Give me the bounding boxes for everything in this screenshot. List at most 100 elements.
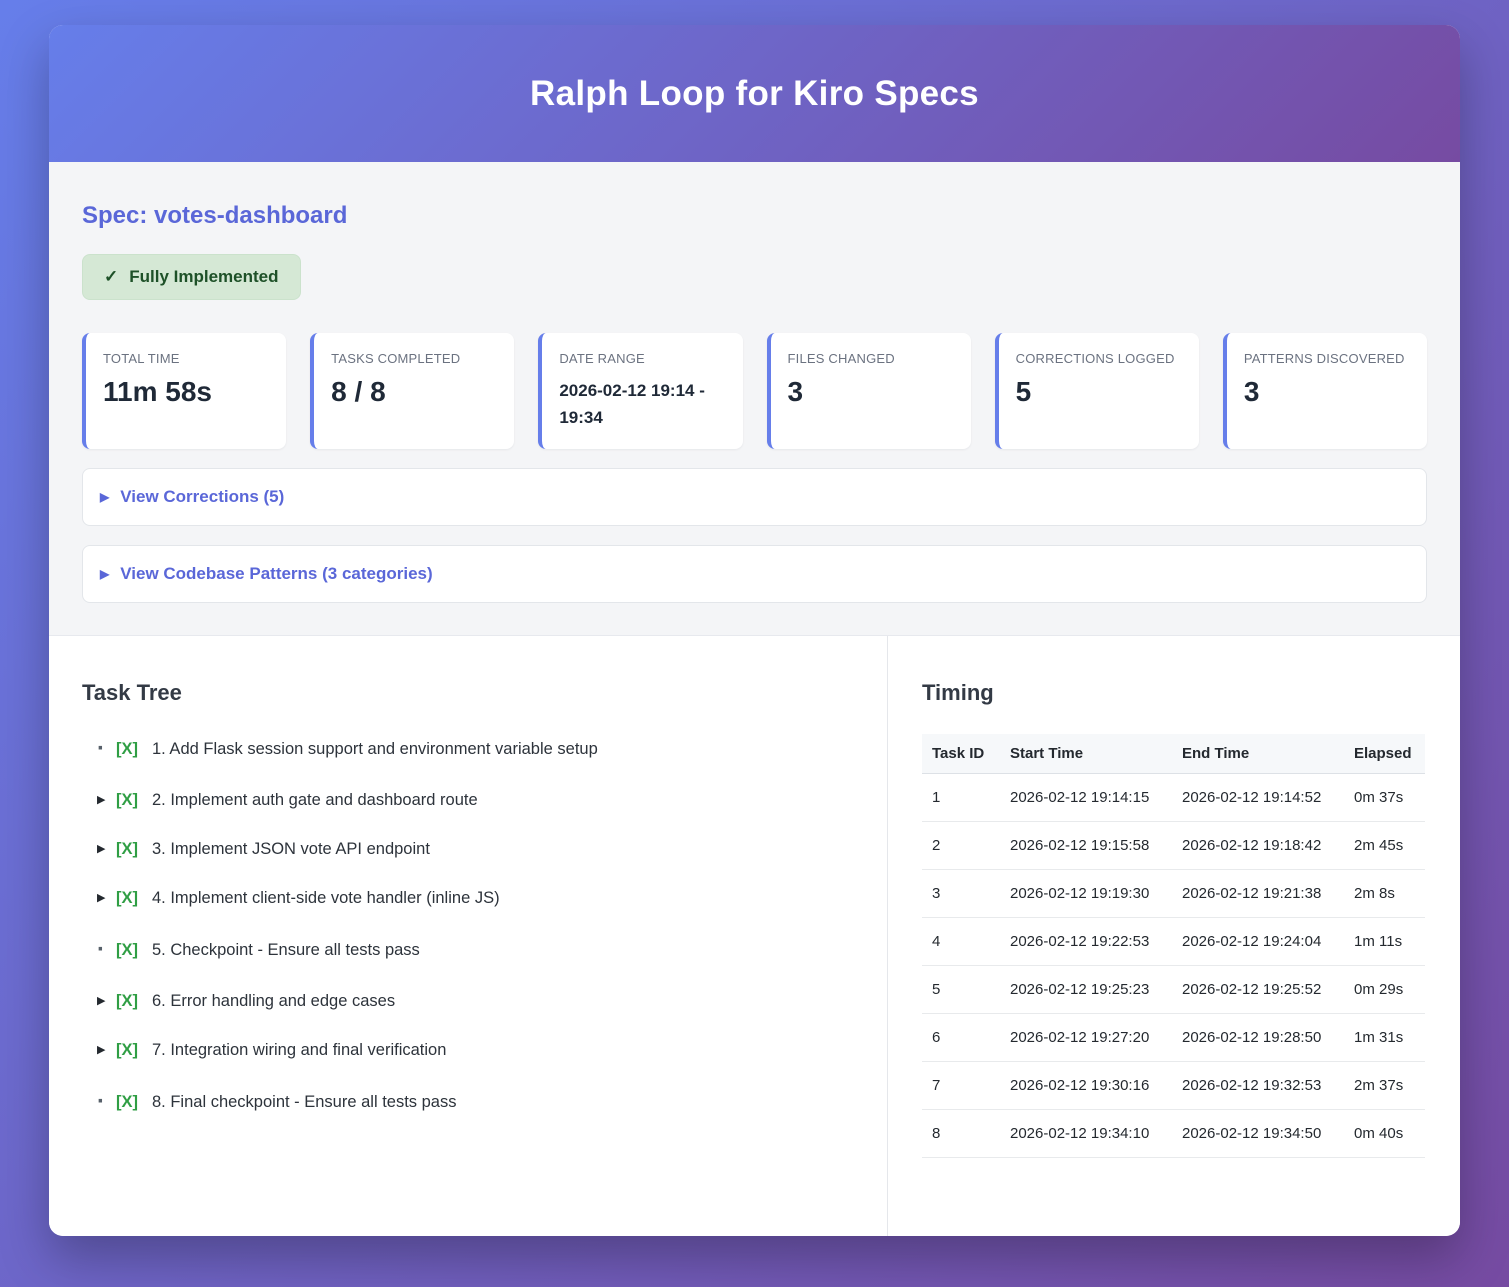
timing-heading: Timing <box>922 680 994 706</box>
cell-task-id: 2 <box>922 821 1000 871</box>
task-label: 7. Integration wiring and final verifica… <box>152 1041 447 1060</box>
view-corrections-label: View Corrections (5) <box>120 487 285 507</box>
table-row: 3 2026-02-12 19:19:30 2026-02-12 19:21:3… <box>922 869 1425 919</box>
table-row: 5 2026-02-12 19:25:23 2026-02-12 19:25:5… <box>922 965 1425 1015</box>
tree-expand-icon[interactable]: ▶ <box>97 893 116 904</box>
stat-value: 3 <box>1243 376 1260 407</box>
col-header-start-time: Start Time <box>1000 734 1172 775</box>
tree-expand-icon[interactable]: ▶ <box>97 844 116 855</box>
check-icon: ✓ <box>104 267 119 286</box>
tree-expand-icon[interactable]: ▶ <box>97 795 116 806</box>
detail-section: Task Tree · [X] 1. Add Flask session sup… <box>49 636 1460 1237</box>
stat-card-date-range: DATE RANGE 2026-02-12 19:14 - 19:34 <box>538 333 743 450</box>
cell-elapsed: 0m 37s <box>1344 773 1425 823</box>
stat-value: 3 <box>787 376 804 407</box>
task-checkbox: [X] <box>116 1092 138 1111</box>
triangle-right-icon: ▶ <box>100 567 110 582</box>
stat-label: FILES CHANGED <box>787 351 895 366</box>
tree-expand-icon[interactable]: ▶ <box>97 996 116 1007</box>
timing-panel: Timing Task ID Start Time End Time Elaps… <box>888 636 1460 1236</box>
task-list: · [X] 1. Add Flask session support and e… <box>82 737 854 1114</box>
stat-card-patterns-discovered: PATTERNS DISCOVERED 3 <box>1222 333 1427 450</box>
cell-elapsed: 2m 8s <box>1344 869 1425 919</box>
col-header-elapsed: Elapsed <box>1344 734 1425 775</box>
task-checkbox: [X] <box>116 992 138 1011</box>
task-label: 6. Error handling and edge cases <box>152 992 396 1011</box>
table-row: 4 2026-02-12 19:22:53 2026-02-12 19:24:0… <box>922 917 1425 967</box>
cell-task-id: 8 <box>922 1109 1000 1159</box>
stat-value: 2026-02-12 19:14 - 19:34 <box>559 381 705 428</box>
cell-elapsed: 0m 40s <box>1344 1109 1425 1159</box>
task-label: 3. Implement JSON vote API endpoint <box>152 840 430 859</box>
view-corrections-collapsible: ▶ View Corrections (5) <box>82 468 1427 527</box>
task-tree-item[interactable]: ▶ [X] 6. Error handling and edge cases <box>97 992 854 1011</box>
task-label: 1. Add Flask session support and environ… <box>152 739 598 758</box>
spec-heading: Spec: votes-dashboard <box>82 202 348 229</box>
stat-card-files-changed: FILES CHANGED 3 <box>766 333 971 450</box>
col-header-end-time: End Time <box>1172 734 1344 775</box>
cell-elapsed: 1m 31s <box>1344 1013 1425 1063</box>
task-checkbox: [X] <box>116 739 138 758</box>
task-tree-item: · [X] 8. Final checkpoint - Ensure all t… <box>97 1090 854 1114</box>
cell-task-id: 3 <box>922 869 1000 919</box>
cell-start-time: 2026-02-12 19:14:15 <box>1000 773 1172 823</box>
cell-end-time: 2026-02-12 19:21:38 <box>1172 869 1344 919</box>
timing-header-row: Task ID Start Time End Time Elapsed <box>922 734 1425 775</box>
table-row: 2 2026-02-12 19:15:58 2026-02-12 19:18:4… <box>922 821 1425 871</box>
task-tree-item[interactable]: ▶ [X] 4. Implement client-side vote hand… <box>97 889 854 908</box>
view-codebase-patterns-toggle[interactable]: ▶ View Codebase Patterns (3 categories) <box>83 546 1426 602</box>
task-tree-item: · [X] 1. Add Flask session support and e… <box>97 737 854 761</box>
cell-start-time: 2026-02-12 19:25:23 <box>1000 965 1172 1015</box>
task-tree-item: · [X] 5. Checkpoint - Ensure all tests p… <box>97 938 854 962</box>
stat-label: DATE RANGE <box>559 351 645 366</box>
task-tree-item[interactable]: ▶ [X] 7. Integration wiring and final ve… <box>97 1041 854 1060</box>
cell-end-time: 2026-02-12 19:28:50 <box>1172 1013 1344 1063</box>
page-title: Ralph Loop for Kiro Specs <box>530 73 979 113</box>
table-row: 7 2026-02-12 19:30:16 2026-02-12 19:32:5… <box>922 1061 1425 1111</box>
cell-end-time: 2026-02-12 19:18:42 <box>1172 821 1344 871</box>
stat-value: 8 / 8 <box>331 376 386 407</box>
cell-start-time: 2026-02-12 19:30:16 <box>1000 1061 1172 1111</box>
app-card: Ralph Loop for Kiro Specs Spec: votes-da… <box>49 25 1460 1237</box>
table-row: 6 2026-02-12 19:27:20 2026-02-12 19:28:5… <box>922 1013 1425 1063</box>
table-row: 1 2026-02-12 19:14:15 2026-02-12 19:14:5… <box>922 773 1425 823</box>
stat-label: PATTERNS DISCOVERED <box>1243 351 1405 366</box>
cell-end-time: 2026-02-12 19:34:50 <box>1172 1109 1344 1159</box>
cell-task-id: 7 <box>922 1061 1000 1111</box>
task-checkbox: [X] <box>116 940 138 959</box>
stat-card-tasks-completed: TASKS COMPLETED 8 / 8 <box>310 333 515 450</box>
view-codebase-patterns-collapsible: ▶ View Codebase Patterns (3 categories) <box>82 545 1427 604</box>
cell-end-time: 2026-02-12 19:24:04 <box>1172 917 1344 967</box>
cell-end-time: 2026-02-12 19:32:53 <box>1172 1061 1344 1111</box>
stat-label: TOTAL TIME <box>103 351 180 366</box>
task-label: 4. Implement client-side vote handler (i… <box>152 889 500 908</box>
timing-table: Task ID Start Time End Time Elapsed 1 20… <box>922 734 1425 1159</box>
task-checkbox: [X] <box>116 1041 138 1060</box>
tree-bullet-icon: · <box>97 1088 105 1116</box>
cell-end-time: 2026-02-12 19:25:52 <box>1172 965 1344 1015</box>
task-checkbox: [X] <box>116 840 138 859</box>
cell-elapsed: 2m 37s <box>1344 1061 1425 1111</box>
stat-label: TASKS COMPLETED <box>331 351 461 366</box>
task-tree-panel: Task Tree · [X] 1. Add Flask session sup… <box>49 636 888 1237</box>
stats-grid: TOTAL TIME 11m 58s TASKS COMPLETED 8 / 8… <box>82 333 1427 450</box>
cell-start-time: 2026-02-12 19:15:58 <box>1000 821 1172 871</box>
tree-expand-icon[interactable]: ▶ <box>97 1045 116 1056</box>
app-header: Ralph Loop for Kiro Specs <box>49 25 1460 162</box>
cell-task-id: 4 <box>922 917 1000 967</box>
view-codebase-patterns-label: View Codebase Patterns (3 categories) <box>120 564 433 584</box>
cell-end-time: 2026-02-12 19:14:52 <box>1172 773 1344 823</box>
task-label: 2. Implement auth gate and dashboard rou… <box>152 791 478 810</box>
task-tree-heading: Task Tree <box>82 680 182 706</box>
task-tree-item[interactable]: ▶ [X] 2. Implement auth gate and dashboa… <box>97 791 854 810</box>
triangle-right-icon: ▶ <box>100 490 110 505</box>
cell-task-id: 1 <box>922 773 1000 823</box>
summary-section: Spec: votes-dashboard ✓ Fully Implemente… <box>49 162 1460 637</box>
cell-start-time: 2026-02-12 19:19:30 <box>1000 869 1172 919</box>
task-checkbox: [X] <box>116 889 138 908</box>
view-corrections-toggle[interactable]: ▶ View Corrections (5) <box>83 469 1426 525</box>
task-label: 5. Checkpoint - Ensure all tests pass <box>152 940 420 959</box>
stat-value: 5 <box>1015 376 1032 407</box>
stat-card-total-time: TOTAL TIME 11m 58s <box>82 333 287 450</box>
task-tree-item[interactable]: ▶ [X] 3. Implement JSON vote API endpoin… <box>97 840 854 859</box>
